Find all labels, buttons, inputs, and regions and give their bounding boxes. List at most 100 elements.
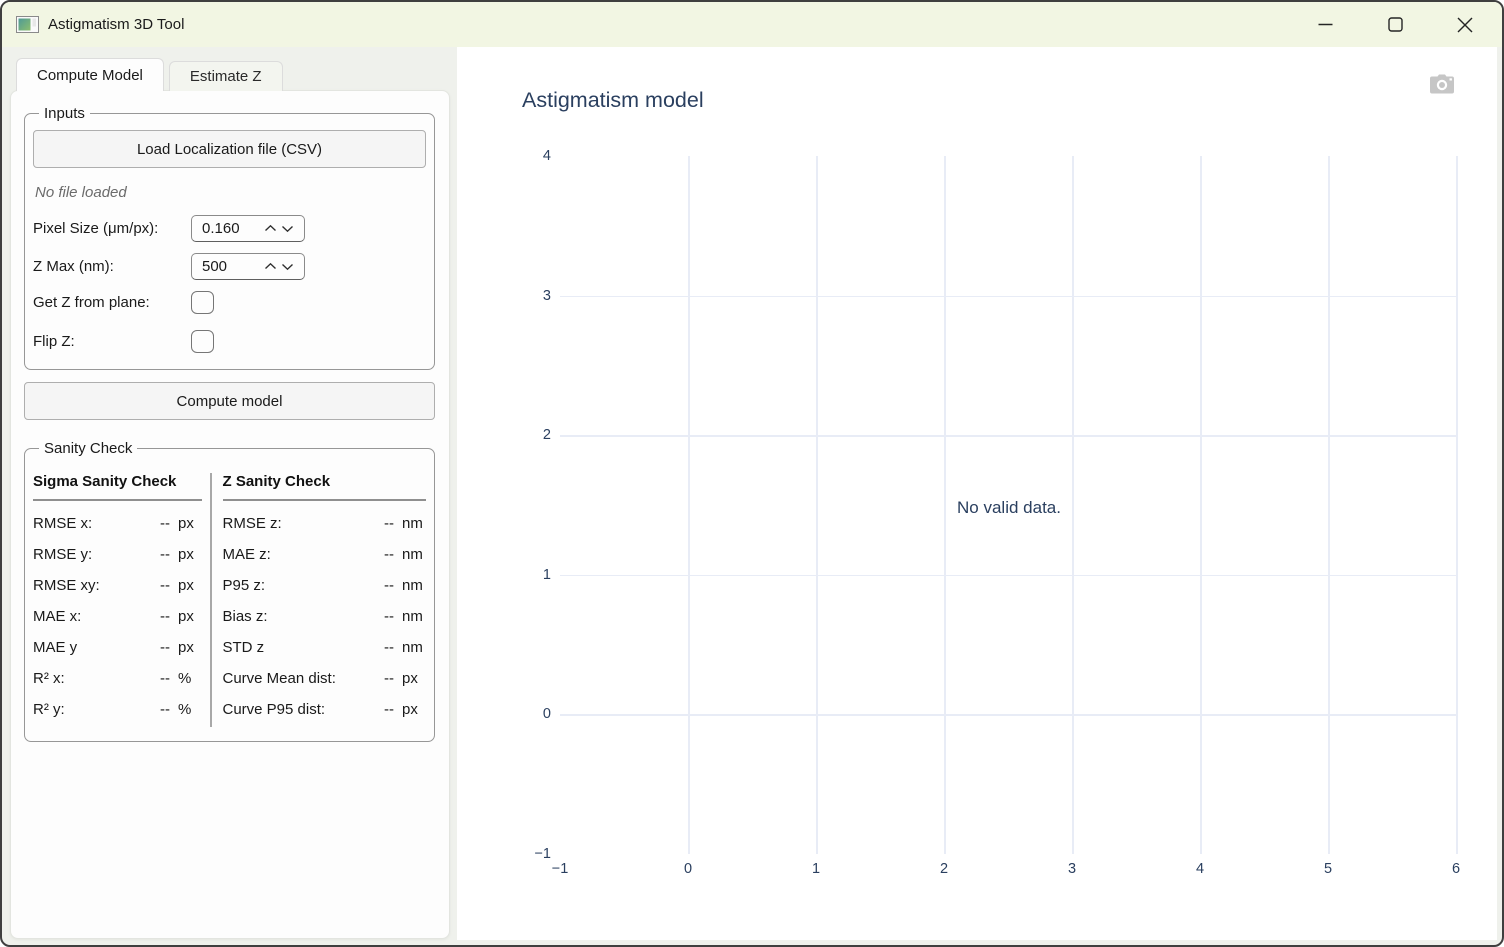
sanity-row: P95 z:--nm [223, 570, 427, 601]
y-tick-label: 0 [543, 706, 551, 722]
sanity-row: MAE z:--nm [223, 539, 427, 570]
gridline-vertical [944, 156, 946, 854]
flip-z-label: Flip Z: [33, 333, 191, 350]
y-tick-label: 2 [543, 427, 551, 443]
z-max-decrement-button[interactable] [279, 259, 296, 274]
z-sanity-rows: RMSE z:--nmMAE z:--nmP95 z:--nmBias z:--… [223, 508, 427, 725]
gridline-horizontal [560, 435, 1456, 437]
close-button[interactable] [1442, 8, 1488, 42]
file-status-text: No file loaded [35, 184, 426, 201]
window-controls [1302, 8, 1488, 42]
sanity-check-group: Sanity Check Sigma Sanity Check RMSE x:-… [24, 440, 435, 742]
z-max-value[interactable]: 500 [202, 258, 262, 275]
sanity-row-lab: R² x: [33, 670, 150, 687]
sanity-row-val: -- [150, 546, 170, 563]
sanity-row-lab: MAE x: [33, 608, 150, 625]
maximize-button[interactable] [1372, 8, 1418, 42]
x-tick-label: 6 [1452, 861, 1460, 877]
gridline-vertical [1328, 156, 1330, 854]
sanity-row-val: -- [150, 608, 170, 625]
sanity-row-unit: nm [402, 515, 426, 532]
gridline-horizontal [560, 714, 1456, 716]
sanity-row-lab: RMSE xy: [33, 577, 150, 594]
compute-model-panel: Inputs Load Localization file (CSV) No f… [10, 90, 450, 939]
sigma-sanity-header: Sigma Sanity Check [33, 473, 202, 501]
x-tick-label: 3 [1068, 861, 1076, 877]
app-window: Astigmatism 3D Tool Compute Model Estima… [0, 0, 1504, 947]
sanity-row: STD z--nm [223, 632, 427, 663]
sanity-row-unit: px [402, 670, 426, 687]
x-tick-label: −1 [552, 861, 569, 877]
chevron-up-icon [264, 259, 277, 274]
plot-title: Astigmatism model [522, 88, 704, 113]
flip-z-checkbox[interactable] [191, 330, 214, 353]
tab-compute-model[interactable]: Compute Model [16, 58, 164, 91]
tab-estimate-z[interactable]: Estimate Z [169, 61, 283, 91]
y-tick-label: −1 [534, 846, 551, 862]
sanity-row-lab: R² y: [33, 701, 150, 718]
x-tick-label: 1 [812, 861, 820, 877]
sanity-row-val: -- [374, 701, 394, 718]
gridline-horizontal [560, 575, 1456, 577]
sanity-row-lab: Bias z: [223, 608, 375, 625]
sanity-row-val: -- [374, 515, 394, 532]
sanity-row-val: -- [374, 608, 394, 625]
sanity-row-unit: px [178, 546, 202, 563]
sanity-row-lab: RMSE x: [33, 515, 150, 532]
sanity-row-val: -- [374, 546, 394, 563]
inputs-group: Inputs Load Localization file (CSV) No f… [24, 105, 435, 370]
z-max-label: Z Max (nm): [33, 258, 191, 275]
sanity-row-unit: nm [402, 639, 426, 656]
pixel-size-increment-button[interactable] [262, 221, 279, 236]
minimize-button[interactable] [1302, 8, 1348, 42]
sanity-row-unit: % [178, 701, 202, 718]
sanity-row: MAE y--px [33, 632, 202, 663]
flip-z-row: Flip Z: [33, 330, 426, 353]
pixel-size-value[interactable]: 0.160 [202, 220, 262, 237]
pixel-size-decrement-button[interactable] [279, 221, 296, 236]
sanity-row-unit: px [178, 577, 202, 594]
sanity-row: RMSE xy:-- px [33, 570, 202, 601]
x-tick-label: 5 [1324, 861, 1332, 877]
sanity-row-val: -- [150, 577, 170, 594]
sanity-row-unit: % [178, 670, 202, 687]
gridline-vertical [816, 156, 818, 854]
sanity-row-unit: px [178, 608, 202, 625]
camera-icon[interactable] [1429, 74, 1455, 96]
inputs-group-title: Inputs [39, 105, 90, 122]
get-z-from-plane-checkbox[interactable] [191, 291, 214, 314]
z-max-spinbox[interactable]: 500 [191, 253, 305, 280]
tab-bar: Compute Model Estimate Z [16, 58, 283, 91]
sanity-row-lab: STD z [223, 639, 375, 656]
x-tick-label: 0 [684, 861, 692, 877]
z-max-increment-button[interactable] [262, 259, 279, 274]
y-tick-label: 4 [543, 148, 551, 164]
plot-area: Astigmatism model −1012345643210−1 No va… [457, 47, 1497, 940]
sanity-row-unit: px [178, 515, 202, 532]
pixel-size-label: Pixel Size (μm/px): [33, 220, 191, 237]
gridline-vertical [1200, 156, 1202, 854]
y-tick-label: 1 [543, 567, 551, 583]
sanity-row-lab: Curve Mean dist: [223, 670, 375, 687]
sanity-row: Curve P95 dist:--px [223, 694, 427, 725]
z-sanity-column: Z Sanity Check RMSE z:--nmMAE z:--nmP95 … [212, 473, 427, 727]
sanity-row: RMSE z:--nm [223, 508, 427, 539]
chevron-down-icon [281, 221, 294, 236]
load-file-button[interactable]: Load Localization file (CSV) [33, 130, 426, 168]
pixel-size-spinbox[interactable]: 0.160 [191, 215, 305, 242]
get-z-from-plane-row: Get Z from plane: [33, 291, 426, 314]
chevron-down-icon [281, 259, 294, 274]
sanity-row-lab: P95 z: [223, 577, 375, 594]
sanity-row-val: -- [374, 670, 394, 687]
x-tick-label: 2 [940, 861, 948, 877]
no-data-annotation: No valid data. [957, 498, 1061, 518]
sanity-row: R² y:--% [33, 694, 202, 725]
sanity-check-group-title: Sanity Check [39, 440, 137, 457]
gridline-vertical [1072, 156, 1074, 854]
x-tick-label: 4 [1196, 861, 1204, 877]
sanity-row-val: -- [150, 639, 170, 656]
compute-model-button[interactable]: Compute model [24, 382, 435, 420]
sanity-columns: Sigma Sanity Check RMSE x:--pxRMSE y:--p… [33, 465, 426, 727]
gridline-vertical [1456, 156, 1458, 854]
sanity-row-unit: px [402, 701, 426, 718]
